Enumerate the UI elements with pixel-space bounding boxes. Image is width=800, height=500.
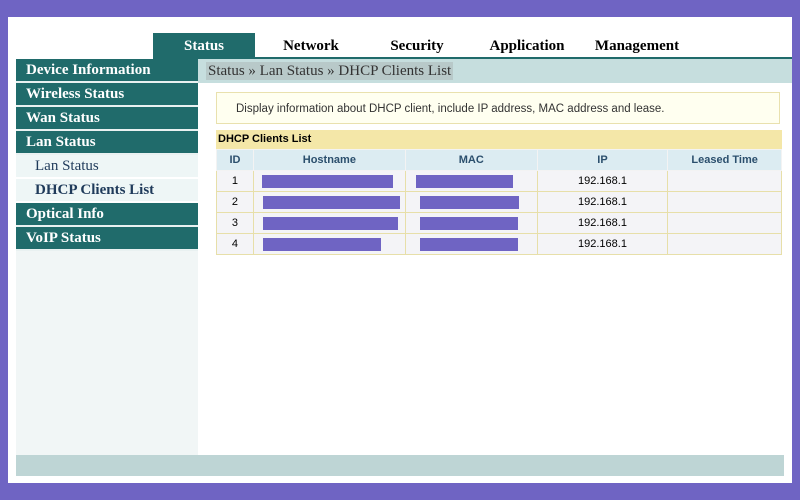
- breadcrumb-bar: Status » Lan Status » DHCP Clients List: [198, 59, 792, 83]
- sidebar-item-voip-status[interactable]: VoIP Status: [16, 227, 198, 251]
- redacted-mac: [415, 174, 513, 188]
- column-header-leased-time: Leased Time: [667, 149, 782, 171]
- table-row: 4 192.168.1: [216, 233, 782, 255]
- cell-leased-time: [667, 233, 782, 255]
- redacted-hostname: [263, 237, 382, 251]
- sidebar-item-wan-status[interactable]: Wan Status: [16, 107, 198, 131]
- dhcp-clients-table: ID Hostname MAC IP Leased Time 1 192.168…: [216, 149, 782, 255]
- table-row: 3 192.168.1: [216, 212, 782, 234]
- tab-network[interactable]: Network: [255, 33, 367, 57]
- sidebar-subitem-dhcp-clients-list[interactable]: DHCP Clients List: [16, 179, 198, 203]
- tab-management[interactable]: Management: [587, 33, 687, 57]
- cell-mac: [404, 191, 538, 213]
- cell-ip: 192.168.1: [536, 233, 669, 255]
- cell-ip: 192.168.1: [536, 170, 669, 192]
- sidebar-subitem-lan-status[interactable]: Lan Status: [16, 155, 198, 179]
- cell-mac: [404, 233, 538, 255]
- cell-ip: 192.168.1: [536, 191, 669, 213]
- cell-mac: [404, 170, 538, 192]
- sidebar-item-wireless-status[interactable]: Wireless Status: [16, 83, 198, 107]
- footer-bar: [16, 455, 784, 476]
- cell-hostname: [252, 191, 406, 213]
- cell-leased-time: [667, 170, 782, 192]
- cell-id: 2: [216, 191, 254, 213]
- cell-leased-time: [667, 191, 782, 213]
- redacted-hostname: [261, 174, 393, 188]
- cell-hostname: [252, 233, 406, 255]
- column-header-hostname: Hostname: [252, 149, 406, 171]
- cell-mac: [404, 212, 538, 234]
- top-nav: Status Network Security Application Mana…: [153, 33, 792, 57]
- breadcrumb: Status » Lan Status » DHCP Clients List: [206, 62, 454, 80]
- table-header-row: ID Hostname MAC IP Leased Time: [216, 149, 782, 171]
- tab-application[interactable]: Application: [467, 33, 587, 57]
- cell-hostname: [252, 170, 406, 192]
- cell-hostname: [252, 212, 406, 234]
- sidebar-item-device-information[interactable]: Device Information: [16, 59, 198, 83]
- column-header-ip: IP: [536, 149, 669, 171]
- tab-status[interactable]: Status: [153, 33, 255, 57]
- page-frame: Status Network Security Application Mana…: [8, 17, 792, 483]
- info-message: Display information about DHCP client, i…: [216, 92, 780, 124]
- sidebar-item-optical-info[interactable]: Optical Info: [16, 203, 198, 227]
- table-row: 2 192.168.1: [216, 191, 782, 213]
- redacted-mac: [420, 237, 519, 251]
- redacted-mac: [419, 195, 519, 209]
- redacted-hostname: [263, 216, 399, 230]
- sidebar: Device Information Wireless Status Wan S…: [16, 59, 198, 455]
- redacted-mac: [420, 216, 519, 230]
- column-header-mac: MAC: [404, 149, 538, 171]
- redacted-hostname: [263, 195, 401, 209]
- dhcp-clients-table-section: DHCP Clients List ID Hostname MAC IP Lea…: [216, 130, 782, 255]
- tab-security[interactable]: Security: [367, 33, 467, 57]
- sidebar-item-lan-status[interactable]: Lan Status: [16, 131, 198, 155]
- cell-id: 3: [216, 212, 254, 234]
- cell-id: 4: [216, 233, 254, 255]
- table-row: 1 192.168.1: [216, 170, 782, 192]
- cell-leased-time: [667, 212, 782, 234]
- cell-id: 1: [216, 170, 254, 192]
- table-title: DHCP Clients List: [216, 130, 782, 149]
- cell-ip: 192.168.1: [536, 212, 669, 234]
- column-header-id: ID: [216, 149, 254, 171]
